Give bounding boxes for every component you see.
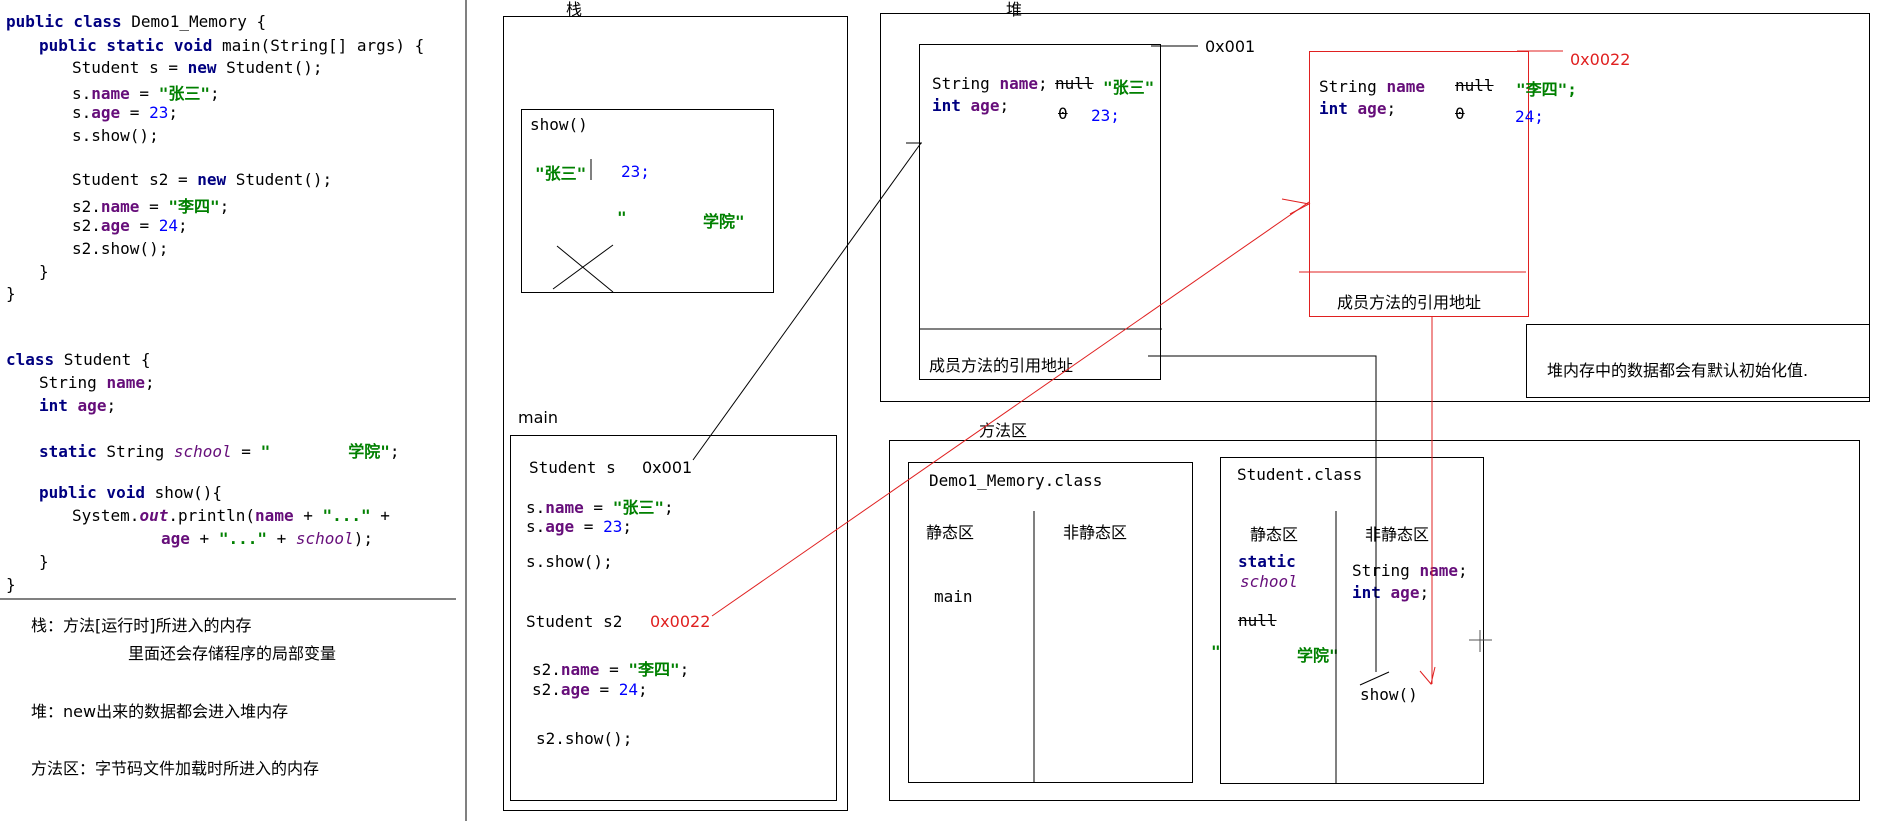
reference-arrow-s2 [711, 201, 1310, 617]
method-ref-arrow-obj2 [1419, 666, 1436, 686]
show-frame-cross [556, 245, 614, 293]
diagram-lines [0, 0, 1563, 821]
reference-arrow-s [692, 142, 922, 461]
method-ref-arrow-obj1 [1359, 671, 1390, 686]
method-ref-line-obj1 [1148, 355, 1377, 672]
